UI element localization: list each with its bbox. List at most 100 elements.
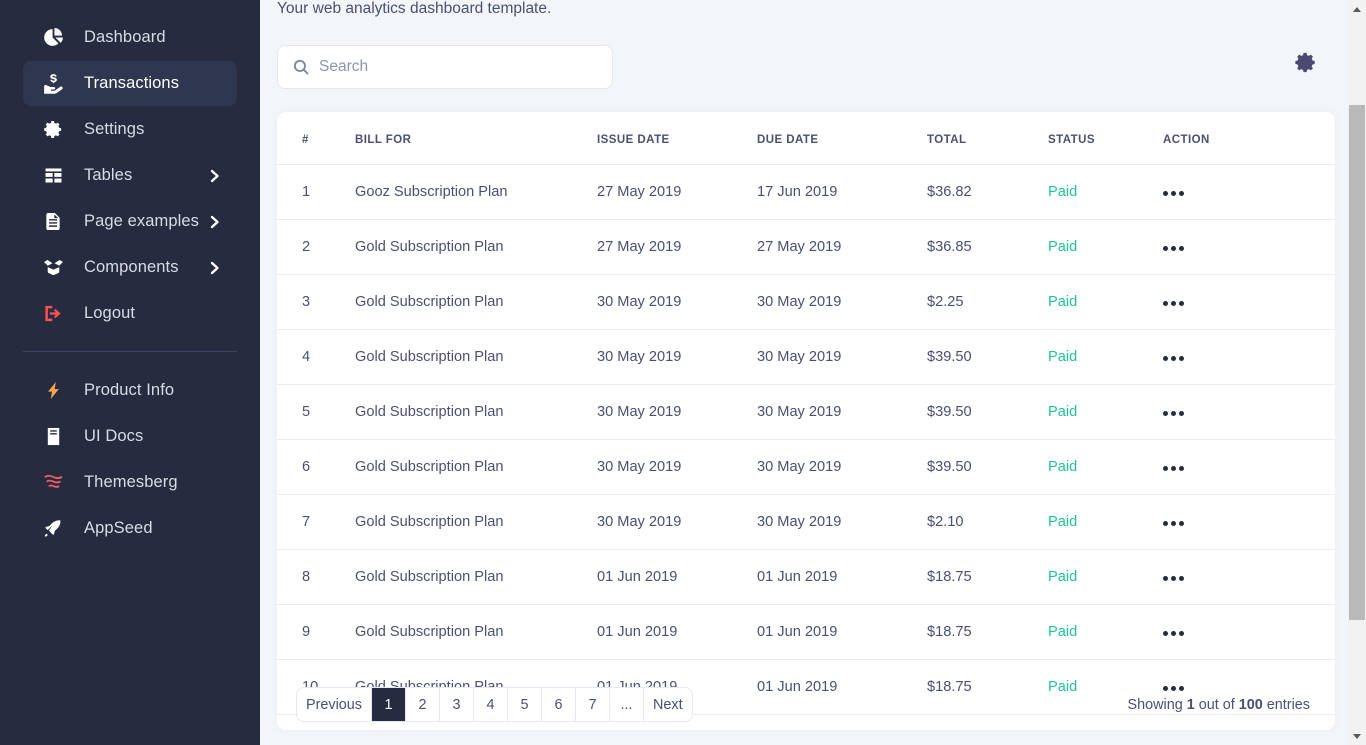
sidebar-item-label: Components <box>84 258 179 277</box>
chevron-right-icon <box>209 260 221 275</box>
sidebar-item-tables[interactable]: Tables <box>23 153 237 198</box>
sidebar-item-transactions[interactable]: Transactions <box>23 61 237 106</box>
cell-action <box>1163 220 1335 275</box>
table-row: 3Gold Subscription Plan30 May 201930 May… <box>277 275 1335 330</box>
table-row: 7Gold Subscription Plan30 May 201930 May… <box>277 495 1335 550</box>
sidebar-item-dashboard[interactable]: Dashboard <box>23 15 237 60</box>
pagination-page-4[interactable]: 4 <box>474 688 508 721</box>
cell-number: 5 <box>277 385 355 440</box>
scrollbar-thumb[interactable] <box>1349 105 1365 620</box>
cell-number: 7 <box>277 495 355 550</box>
pagination-page-5[interactable]: 5 <box>508 688 542 721</box>
scrollbar-down-arrow[interactable] <box>1348 727 1366 745</box>
hand-money-icon <box>42 73 64 95</box>
sidebar-item-label: AppSeed <box>84 519 153 538</box>
more-options-icon[interactable] <box>1163 576 1184 581</box>
pagination[interactable]: Previous1234567...Next <box>296 687 693 722</box>
lightning-bolt-icon <box>42 380 64 402</box>
sidebar-item-appseed[interactable]: AppSeed <box>23 506 237 551</box>
logout-icon <box>42 303 64 325</box>
cell-issue-date: 30 May 2019 <box>597 440 757 495</box>
table-row: 8Gold Subscription Plan01 Jun 201901 Jun… <box>277 550 1335 605</box>
column-header-total: TOTAL <box>927 112 1048 165</box>
cell-action <box>1163 440 1335 495</box>
cell-due-date: 30 May 2019 <box>757 440 927 495</box>
status-badge: Paid <box>1048 294 1077 310</box>
table-row: 6Gold Subscription Plan30 May 201930 May… <box>277 440 1335 495</box>
cell-total: $18.75 <box>927 605 1048 660</box>
sidebar-item-themesberg[interactable]: Themesberg <box>23 460 237 505</box>
pagination-next[interactable]: Next <box>644 688 692 721</box>
cell-total: $18.75 <box>927 550 1048 605</box>
cell-action <box>1163 605 1335 660</box>
cell-due-date: 30 May 2019 <box>757 330 927 385</box>
cell-action <box>1163 165 1335 220</box>
cell-total: $39.50 <box>927 385 1048 440</box>
sidebar-item-label: UI Docs <box>84 427 143 446</box>
more-options-icon[interactable] <box>1163 246 1184 251</box>
search-box[interactable] <box>277 45 613 89</box>
rocket-icon <box>42 518 64 540</box>
gear-icon <box>1294 51 1317 79</box>
status-badge: Paid <box>1048 184 1077 200</box>
sidebar-item-settings[interactable]: Settings <box>23 107 237 152</box>
more-options-icon[interactable] <box>1163 301 1184 306</box>
more-options-icon[interactable] <box>1163 411 1184 416</box>
cell-bill-for: Gold Subscription Plan <box>355 550 597 605</box>
table-row: 5Gold Subscription Plan30 May 201930 May… <box>277 385 1335 440</box>
page-subtitle: Your web analytics dashboard template. <box>277 0 551 18</box>
pagination-row: Previous1234567...Next Showing 1 out of … <box>277 679 1335 730</box>
sidebar-item-label: Dashboard <box>84 28 166 47</box>
cell-due-date: 17 Jun 2019 <box>757 165 927 220</box>
sidebar-item-ui-docs[interactable]: UI Docs <box>23 414 237 459</box>
scrollbar-up-arrow[interactable] <box>1348 0 1366 18</box>
pagination-page-6[interactable]: 6 <box>542 688 576 721</box>
table-row: 9Gold Subscription Plan01 Jun 201901 Jun… <box>277 605 1335 660</box>
search-input[interactable] <box>319 58 598 76</box>
main-content: Your web analytics dashboard template. #… <box>260 0 1348 745</box>
cell-action <box>1163 550 1335 605</box>
showing-suffix: entries <box>1263 697 1310 713</box>
sidebar-item-page-examples[interactable]: Page examples <box>23 199 237 244</box>
cell-status: Paid <box>1048 275 1163 330</box>
cell-issue-date: 30 May 2019 <box>597 495 757 550</box>
pagination-page-...[interactable]: ... <box>610 688 644 721</box>
sidebar-item-label: Product Info <box>84 381 174 400</box>
pie-chart-icon <box>42 27 64 49</box>
status-badge: Paid <box>1048 624 1077 640</box>
sidebar-item-components[interactable]: Components <box>23 245 237 290</box>
pagination-page-7[interactable]: 7 <box>576 688 610 721</box>
browser-scrollbar[interactable] <box>1348 0 1366 745</box>
more-options-icon[interactable] <box>1163 191 1184 196</box>
cell-bill-for: Gold Subscription Plan <box>355 385 597 440</box>
cell-number: 6 <box>277 440 355 495</box>
cell-bill-for: Gold Subscription Plan <box>355 330 597 385</box>
cell-action <box>1163 385 1335 440</box>
pagination-page-2[interactable]: 2 <box>406 688 440 721</box>
sidebar-item-label: Transactions <box>84 74 179 93</box>
cell-number: 2 <box>277 220 355 275</box>
cell-bill-for: Gooz Subscription Plan <box>355 165 597 220</box>
pagination-page-1[interactable]: 1 <box>372 688 406 721</box>
showing-total: 100 <box>1239 697 1263 713</box>
column-header-number: # <box>277 112 355 165</box>
cell-action <box>1163 495 1335 550</box>
cell-bill-for: Gold Subscription Plan <box>355 495 597 550</box>
more-options-icon[interactable] <box>1163 466 1184 471</box>
pagination-page-3[interactable]: 3 <box>440 688 474 721</box>
cell-action <box>1163 275 1335 330</box>
more-options-icon[interactable] <box>1163 631 1184 636</box>
sidebar-item-product-info[interactable]: Product Info <box>23 368 237 413</box>
more-options-icon[interactable] <box>1163 356 1184 361</box>
pagination-previous[interactable]: Previous <box>297 688 372 721</box>
settings-gear-button[interactable] <box>1292 52 1318 78</box>
sidebar-item-logout[interactable]: Logout <box>23 291 237 336</box>
cell-due-date: 30 May 2019 <box>757 495 927 550</box>
cell-number: 4 <box>277 330 355 385</box>
cell-total: $2.25 <box>927 275 1048 330</box>
search-icon <box>292 59 309 76</box>
status-badge: Paid <box>1048 239 1077 255</box>
chevron-right-icon <box>209 168 221 183</box>
cell-bill-for: Gold Subscription Plan <box>355 440 597 495</box>
more-options-icon[interactable] <box>1163 521 1184 526</box>
